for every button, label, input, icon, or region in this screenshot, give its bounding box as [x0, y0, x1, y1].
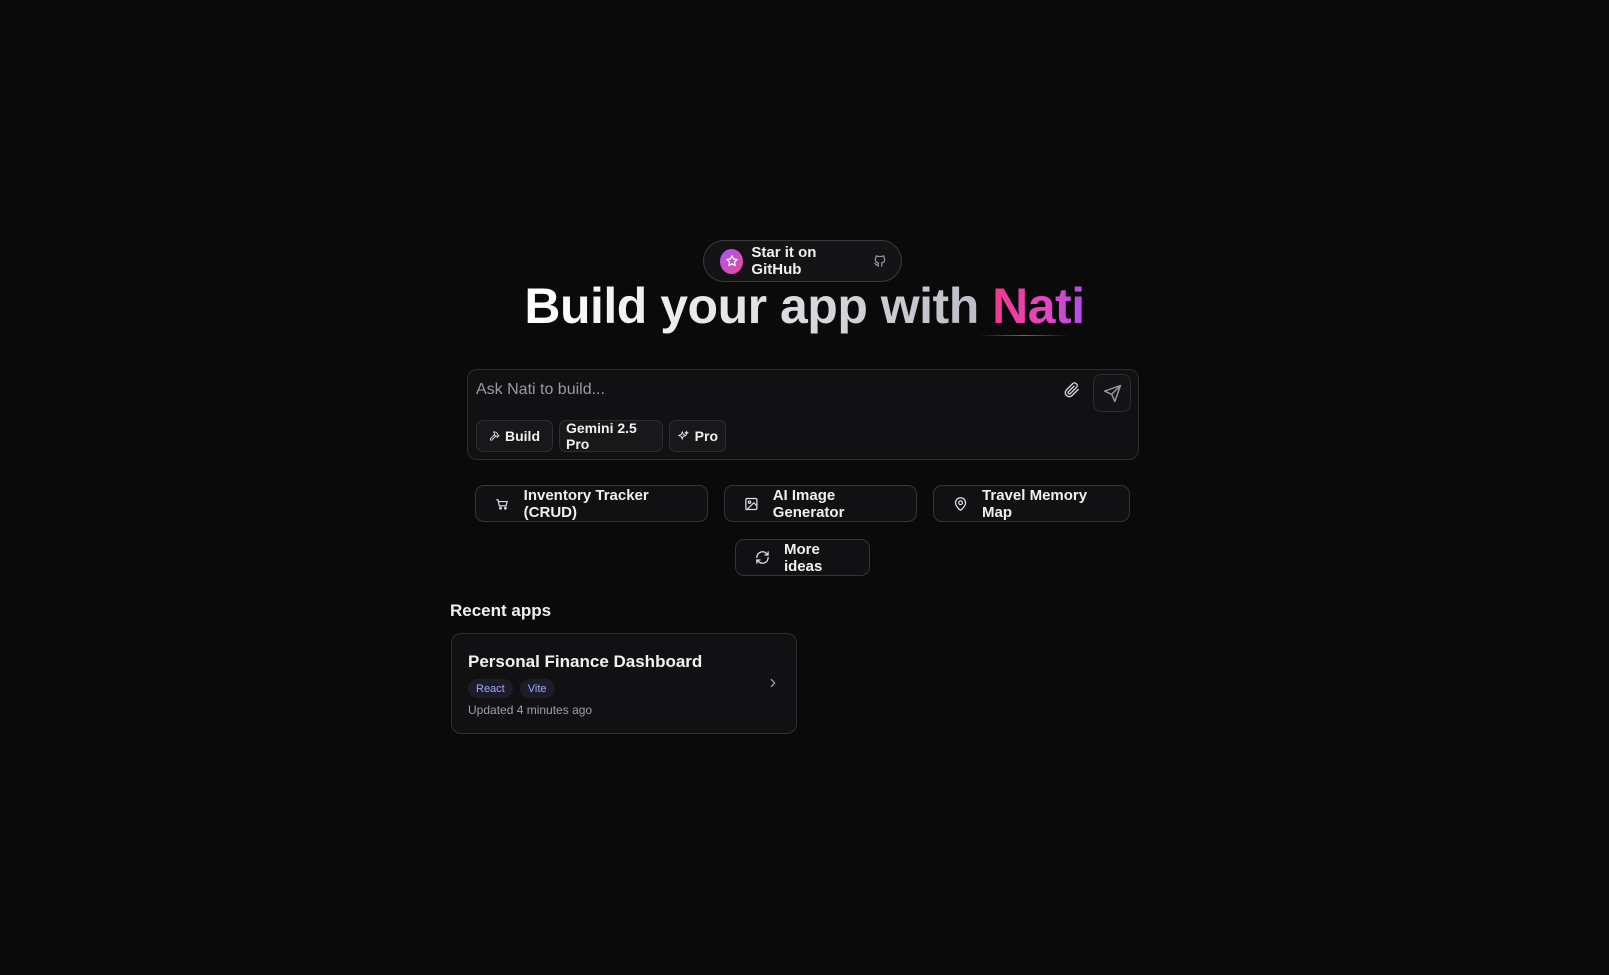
- idea-button-image-generator[interactable]: AI Image Generator: [724, 485, 917, 522]
- model-chip-label: Gemini 2.5 Pro: [566, 420, 637, 452]
- chevron-right-icon: [766, 676, 780, 690]
- tag-badge: Vite: [519, 679, 555, 698]
- refresh-icon: [756, 551, 769, 564]
- more-ideas-label: More ideas: [783, 540, 823, 575]
- title-prefix: Build your app with: [524, 278, 993, 334]
- idea-label: Travel Memory Map: [982, 486, 1088, 521]
- recent-apps-title: Recent apps: [450, 601, 552, 620]
- model-select-chip[interactable]: Gemini 2.5 Pro: [559, 420, 663, 452]
- idea-label: AI Image Generator: [772, 486, 845, 521]
- image-icon: [745, 497, 758, 510]
- build-mode-chip[interactable]: Build: [476, 420, 553, 452]
- cart-icon: [496, 498, 508, 510]
- page-title: Build your app with Nati: [0, 272, 1609, 340]
- more-ideas-button[interactable]: More ideas: [735, 539, 870, 576]
- github-icon: [873, 254, 887, 268]
- home-page: Star it on GitHub Build your app with Na…: [0, 0, 1609, 975]
- idea-button-travel-map[interactable]: Travel Memory Map: [933, 485, 1130, 522]
- idea-button-inventory[interactable]: Inventory Tracker (CRUD): [475, 485, 708, 522]
- star-icon: [720, 248, 744, 274]
- app-name: Personal Finance Dashboard: [468, 652, 703, 671]
- build-chip-label: Build: [505, 428, 540, 444]
- app-updated-time: Updated 4 minutes ago: [468, 703, 593, 717]
- send-button[interactable]: [1093, 374, 1131, 412]
- send-icon: [1103, 384, 1121, 402]
- idea-label: Inventory Tracker (CRUD): [523, 486, 649, 521]
- brand-underline: [978, 335, 1070, 336]
- app-tags: React Vite: [468, 679, 555, 698]
- prompt-input[interactable]: [476, 378, 1036, 402]
- prompt-box: Build Gemini 2.5 Pro Pro: [467, 369, 1139, 460]
- brand-name: Nati: [992, 278, 1085, 334]
- map-pin-icon: [954, 496, 967, 511]
- paperclip-icon[interactable]: [1060, 378, 1084, 402]
- pro-chip-label: Pro: [694, 428, 718, 444]
- hammer-icon: [489, 431, 500, 441]
- tag-badge: React: [468, 679, 513, 698]
- sparkles-icon: [678, 430, 689, 440]
- pro-chip[interactable]: Pro: [669, 420, 726, 452]
- recent-app-card[interactable]: Personal Finance Dashboard React Vite Up…: [451, 633, 797, 734]
